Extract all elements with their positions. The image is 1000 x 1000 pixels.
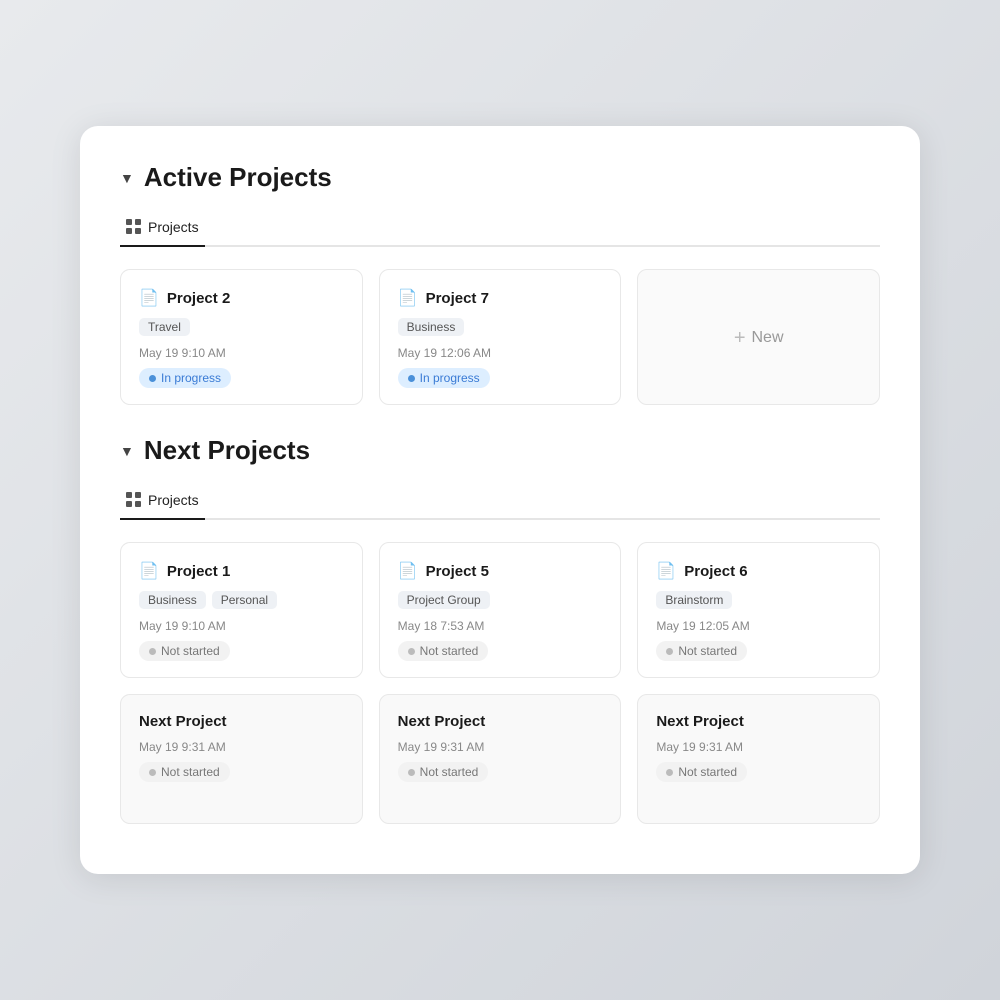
main-card: ▼ Active Projects Projects 📄 Project 2 T… (80, 126, 920, 874)
grid-icon (126, 492, 142, 508)
active-projects-tab-bar: Projects (120, 211, 880, 247)
tag-0: Project Group (398, 591, 490, 609)
tag-0: Brainstorm (656, 591, 732, 609)
status-label: Not started (161, 644, 220, 658)
card-title: Project 5 (426, 563, 489, 580)
card-date: May 19 9:31 AM (139, 740, 344, 754)
status-dot (149, 648, 156, 655)
card-title: Project 2 (167, 290, 230, 307)
card-title-row: 📄 Project 7 (398, 288, 603, 308)
tag-0: Business (139, 591, 206, 609)
active-project-card-2[interactable]: 📄 Project 7 Business May 19 12:06 AM In … (379, 269, 622, 405)
card-title-row: 📄 Project 2 (139, 288, 344, 308)
tags-row: Business Personal (139, 591, 344, 609)
next-projects-grid: 📄 Project 1 Business Personal May 19 9:1… (120, 542, 880, 824)
tag-business: Business (398, 318, 465, 336)
card-date: May 19 9:10 AM (139, 619, 344, 633)
chevron-down-icon: ▼ (120, 170, 134, 186)
tag-1: Personal (212, 591, 277, 609)
status-badge-not-started: Not started (656, 641, 747, 661)
chevron-down-icon: ▼ (120, 443, 134, 459)
status-dot (666, 648, 673, 655)
card-date: May 18 7:53 AM (398, 619, 603, 633)
card-title-row: Next Project (139, 713, 344, 730)
card-title: Next Project (656, 713, 744, 730)
card-date: May 19 9:31 AM (656, 740, 861, 754)
card-title-row: Next Project (398, 713, 603, 730)
status-dot (666, 769, 673, 776)
tags-row: Brainstorm (656, 591, 861, 609)
tags-row: Project Group (398, 591, 603, 609)
status-dot (408, 769, 415, 776)
active-tab-label: Projects (148, 219, 199, 235)
status-badge-not-started: Not started (398, 762, 489, 782)
tags-row: Business (398, 318, 603, 336)
card-title: Project 1 (167, 563, 230, 580)
doc-icon: 📄 (398, 561, 418, 581)
tags-row: Travel (139, 318, 344, 336)
new-project-card[interactable]: + New (637, 269, 880, 405)
doc-icon: 📄 (139, 288, 159, 308)
next-tab-label: Projects (148, 492, 199, 508)
card-date: May 19 9:10 AM (139, 346, 344, 360)
status-badge-not-started: Not started (139, 762, 230, 782)
card-title-row: 📄 Project 6 (656, 561, 861, 581)
status-dot (408, 648, 415, 655)
active-projects-title: Active Projects (144, 162, 332, 193)
next-project-card-0[interactable]: 📄 Project 1 Business Personal May 19 9:1… (120, 542, 363, 678)
card-title: Project 7 (426, 290, 489, 307)
status-label: In progress (161, 371, 221, 385)
status-label: Not started (161, 765, 220, 779)
card-date: May 19 12:06 AM (398, 346, 603, 360)
next-project-card-5[interactable]: Next Project May 19 9:31 AM Not started (637, 694, 880, 824)
doc-icon: 📄 (139, 561, 159, 581)
active-projects-header: ▼ Active Projects (120, 162, 880, 193)
card-title-row: Next Project (656, 713, 861, 730)
active-projects-section: ▼ Active Projects Projects 📄 Project 2 T… (120, 162, 880, 405)
card-date: May 19 12:05 AM (656, 619, 861, 633)
active-projects-grid: 📄 Project 2 Travel May 19 9:10 AM In pro… (120, 269, 880, 405)
status-label: Not started (420, 644, 479, 658)
card-title: Project 6 (684, 563, 747, 580)
status-label: Not started (678, 644, 737, 658)
status-badge-not-started: Not started (139, 641, 230, 661)
grid-icon (126, 219, 142, 235)
card-title: Next Project (139, 713, 227, 730)
plus-icon: + (734, 327, 746, 350)
new-card-label: + New (734, 327, 784, 350)
status-badge-in-progress: In progress (398, 368, 490, 388)
next-project-card-3[interactable]: Next Project May 19 9:31 AM Not started (120, 694, 363, 824)
status-label: Not started (420, 765, 479, 779)
card-title-row: 📄 Project 1 (139, 561, 344, 581)
next-projects-tab-bar: Projects (120, 484, 880, 520)
status-badge-not-started: Not started (398, 641, 489, 661)
tag-travel: Travel (139, 318, 190, 336)
status-label: In progress (420, 371, 480, 385)
card-title: Next Project (398, 713, 486, 730)
new-label: New (752, 329, 784, 347)
next-projects-title: Next Projects (144, 435, 310, 466)
status-badge-in-progress: In progress (139, 368, 231, 388)
next-projects-tab[interactable]: Projects (120, 484, 205, 520)
status-dot (149, 769, 156, 776)
active-projects-tab[interactable]: Projects (120, 211, 205, 247)
next-project-card-4[interactable]: Next Project May 19 9:31 AM Not started (379, 694, 622, 824)
status-badge-not-started: Not started (656, 762, 747, 782)
active-project-card-1[interactable]: 📄 Project 2 Travel May 19 9:10 AM In pro… (120, 269, 363, 405)
next-projects-section: ▼ Next Projects Projects 📄 Project 1 Bus… (120, 435, 880, 824)
doc-icon: 📄 (398, 288, 418, 308)
card-date: May 19 9:31 AM (398, 740, 603, 754)
doc-icon: 📄 (656, 561, 676, 581)
next-project-card-2[interactable]: 📄 Project 6 Brainstorm May 19 12:05 AM N… (637, 542, 880, 678)
status-label: Not started (678, 765, 737, 779)
status-dot (149, 375, 156, 382)
next-project-card-1[interactable]: 📄 Project 5 Project Group May 18 7:53 AM… (379, 542, 622, 678)
status-dot (408, 375, 415, 382)
next-projects-header: ▼ Next Projects (120, 435, 880, 466)
card-title-row: 📄 Project 5 (398, 561, 603, 581)
